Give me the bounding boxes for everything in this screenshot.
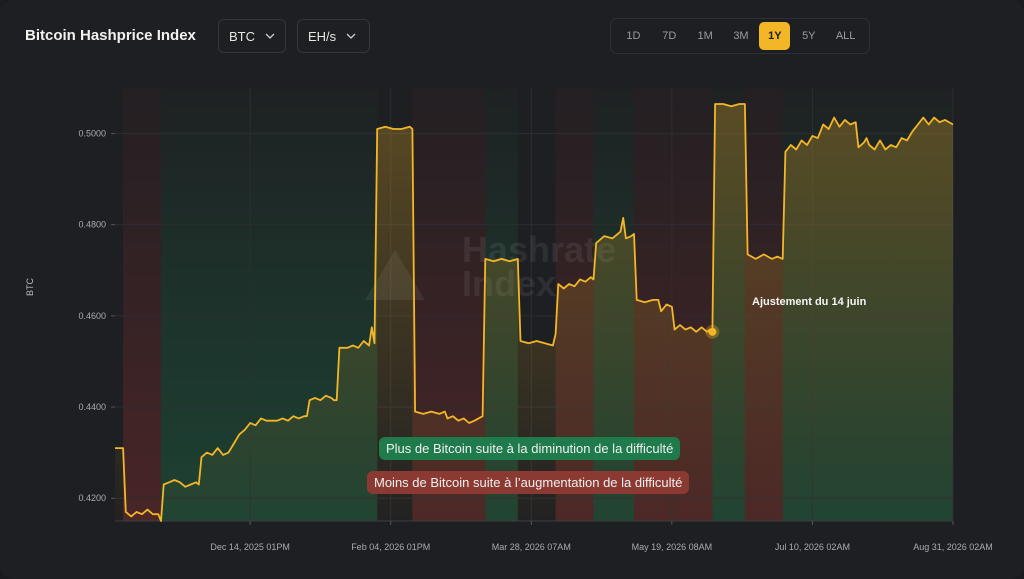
x-tick-label: Aug 31, 2026 02AM	[913, 542, 993, 552]
x-tick-label: Jul 10, 2026 02AM	[775, 542, 850, 552]
x-tick-label: May 19, 2026 08AM	[632, 542, 713, 552]
annotation-marker	[708, 327, 717, 336]
difficulty-band-decrease	[123, 88, 161, 521]
annotation-label: Ajustement du 14 juin	[752, 296, 867, 308]
legend-more-btc: Plus de Bitcoin suite à la diminution de…	[379, 437, 681, 460]
x-tick-label: Feb 04, 2026 01PM	[351, 542, 430, 552]
x-tick-label: Mar 28, 2026 07AM	[492, 542, 571, 552]
y-tick-label: 0.4200	[78, 493, 106, 503]
y-tick-label: 0.4800	[78, 220, 106, 230]
x-tick-label: Dec 14, 2025 01PM	[210, 542, 290, 552]
legend-less-btc: Moins de Bitcoin suite à l’augmentation …	[367, 471, 690, 494]
y-tick-label: 0.5000	[78, 129, 106, 139]
y-tick-label: 0.4400	[78, 402, 106, 412]
y-tick-label: 0.4600	[78, 311, 106, 321]
